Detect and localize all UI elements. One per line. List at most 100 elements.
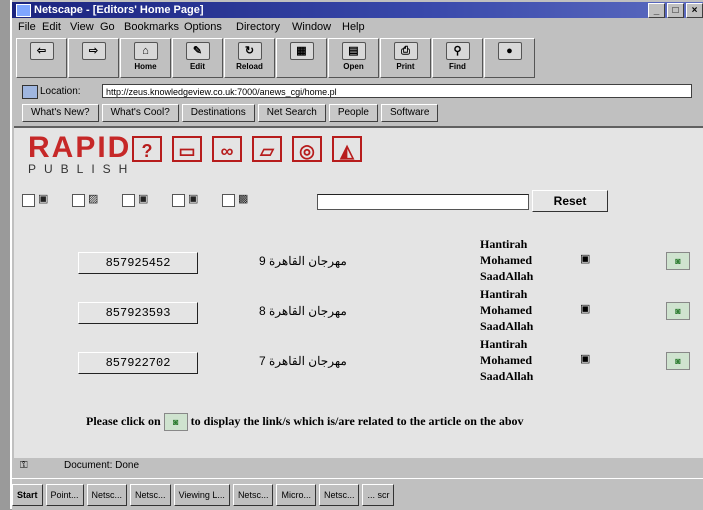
software-button[interactable]: Software [380, 104, 439, 122]
filter-checkbox-4[interactable] [172, 194, 185, 207]
maximize-button[interactable]: □ [667, 3, 684, 18]
reset-button[interactable]: Reset [532, 190, 608, 212]
article-title: مهرجان القاهرة 8 [259, 304, 347, 318]
instruction-note: Please click on ◙ to display the link/s … [86, 413, 524, 431]
net-search-button[interactable]: Net Search [257, 104, 326, 122]
images-icon: ▦ [289, 42, 314, 60]
url-input[interactable]: http://zeus.knowledgeview.co.uk:7000/ane… [102, 84, 692, 98]
taskbar-item[interactable]: Netsc... [86, 483, 128, 506]
security-key-icon: ⚿ [20, 460, 28, 471]
filter-checkbox-5[interactable] [222, 194, 235, 207]
destinations-button[interactable]: Destinations [181, 104, 255, 122]
menu-bookmarks[interactable]: Bookmarks [124, 21, 179, 33]
menu-directory[interactable]: Directory [236, 21, 280, 33]
netscape-icon [16, 4, 31, 17]
taskbar-item[interactable]: Netsc... [130, 483, 171, 506]
images-button[interactable]: ▦ [276, 38, 327, 78]
menu-file[interactable]: File [18, 21, 36, 33]
edit-button[interactable]: ✎ Edit [172, 38, 223, 78]
toolbar: ⇦ ⇨ ⌂ Home ✎ Edit ↻ Reload ▦ ▤ Open ⎙ Print ⚲… [16, 38, 536, 80]
open-button[interactable]: ▤ Open [328, 38, 379, 78]
filter-icon-1: ▣ [38, 193, 49, 205]
table-row: 857922702 مهرجان القاهرة 7 Hantirah Moha… [14, 337, 703, 394]
home-button[interactable]: ⌂ Home [120, 38, 171, 78]
table-row: 857923593 مهرجان القاهرة 8 Hantirah Moha… [14, 287, 703, 344]
database-icon[interactable]: ◎ [292, 136, 322, 162]
find-button[interactable]: ⚲ Find [432, 38, 483, 78]
forward-button[interactable]: ⇨ [68, 38, 119, 78]
image-icon[interactable]: ◭ [332, 136, 362, 162]
menu-window[interactable]: Window [292, 21, 331, 33]
article-doc-icon[interactable]: ▣ [580, 302, 590, 315]
page-content: RAPID PUBLISH ? ▭ ∞ ▱ ◎ ◭ ▣ ▨ ▣ ▣ ▩ Rese… [14, 126, 703, 458]
related-links-icon[interactable]: ◙ [666, 252, 690, 270]
start-button[interactable]: Start [12, 483, 43, 506]
menu-options[interactable]: Options [184, 21, 222, 33]
print-button[interactable]: ⎙ Print [380, 38, 431, 78]
bookmark-icon[interactable] [22, 85, 38, 99]
menu-go[interactable]: Go [100, 21, 115, 33]
location-bar: Location: http://zeus.knowledgeview.co.u… [12, 82, 703, 102]
article-title: مهرجان القاهرة 7 [259, 354, 347, 368]
filter-icon-3: ▣ [138, 193, 149, 205]
status-bar: ⚿ Document: Done [12, 458, 703, 474]
print-icon: ⎙ [393, 42, 418, 60]
reload-icon: ↻ [237, 42, 262, 60]
open-icon: ▤ [341, 42, 366, 60]
title-bar: Netscape - [Editors' Home Page] _ □ × [12, 2, 703, 18]
article-doc-icon[interactable]: ▣ [580, 252, 590, 265]
status-text: Document: Done [64, 460, 140, 471]
find-icon: ⚲ [445, 42, 470, 60]
taskbar: Start Point... Netsc... Netsc... Viewing… [12, 478, 703, 510]
taskbar-item[interactable]: Netsc... [232, 483, 274, 506]
taskbar-item[interactable]: Netsc... [318, 483, 360, 506]
home-icon: ⌂ [133, 42, 158, 60]
filter-checkbox-1[interactable] [22, 194, 35, 207]
filter-icon-5: ▩ [238, 193, 249, 205]
filter-checkbox-2[interactable] [72, 194, 85, 207]
filter-checkbox-3[interactable] [122, 194, 135, 207]
search-input[interactable] [317, 194, 529, 210]
filter-bar: ▣ ▨ ▣ ▣ ▩ Reset [22, 190, 662, 212]
menu-help[interactable]: Help [342, 21, 365, 33]
article-id-button[interactable]: 857925452 [78, 252, 198, 274]
browser-window: Netscape - [Editors' Home Page] _ □ × Fi… [10, 0, 703, 510]
menu-view[interactable]: View [70, 21, 94, 33]
article-id-button[interactable]: 857923593 [78, 302, 198, 324]
filter-icon-2: ▨ [88, 193, 99, 205]
menu-edit[interactable]: Edit [42, 21, 61, 33]
whats-cool-button[interactable]: What's Cool? [101, 104, 179, 122]
edit-icon: ✎ [185, 42, 210, 60]
reload-button[interactable]: ↻ Reload [224, 38, 275, 78]
taskbar-item[interactable]: Micro... [276, 483, 316, 506]
article-id-button[interactable]: 857922702 [78, 352, 198, 374]
back-icon: ⇦ [29, 42, 54, 60]
taskbar-item[interactable]: ... scr [362, 483, 395, 506]
article-author: Hantirah Mohamed SaadAllah [480, 237, 534, 283]
whats-new-button[interactable]: What's New? [22, 104, 99, 122]
stop-icon: ● [497, 42, 522, 60]
screen-icon[interactable]: ▭ [172, 136, 202, 162]
back-button[interactable]: ⇦ [16, 38, 67, 78]
taskbar-item[interactable]: Point... [45, 483, 84, 506]
minimize-button[interactable]: _ [648, 3, 665, 18]
close-button[interactable]: × [686, 3, 703, 18]
menu-bar: File Edit View Go Bookmarks Options Dire… [12, 20, 703, 36]
window-title: Netscape - [Editors' Home Page] [34, 4, 204, 16]
related-links-icon: ◙ [163, 413, 188, 431]
article-doc-icon[interactable]: ▣ [580, 352, 590, 365]
rapid-publish-logo: RAPID PUBLISH [28, 131, 136, 177]
related-links-icon[interactable]: ◙ [666, 302, 690, 320]
directory-bar: What's New? What's Cool? Destinations Ne… [22, 104, 441, 122]
document-icon[interactable]: ▱ [252, 136, 282, 162]
stop-button[interactable]: ● [484, 38, 535, 78]
logo-icon-bar: ? ▭ ∞ ▱ ◎ ◭ [132, 136, 362, 162]
related-links-icon[interactable]: ◙ [666, 352, 690, 370]
location-label: Location: [40, 86, 81, 97]
table-row: 857925452 مهرجان القاهرة 9 Hantirah Moha… [14, 237, 703, 294]
people-button[interactable]: People [328, 104, 378, 122]
taskbar-item[interactable]: Viewing L... [173, 483, 230, 506]
article-author: Hantirah Mohamed SaadAllah [480, 287, 534, 333]
help-icon[interactable]: ? [132, 136, 162, 162]
link-icon[interactable]: ∞ [212, 136, 242, 162]
